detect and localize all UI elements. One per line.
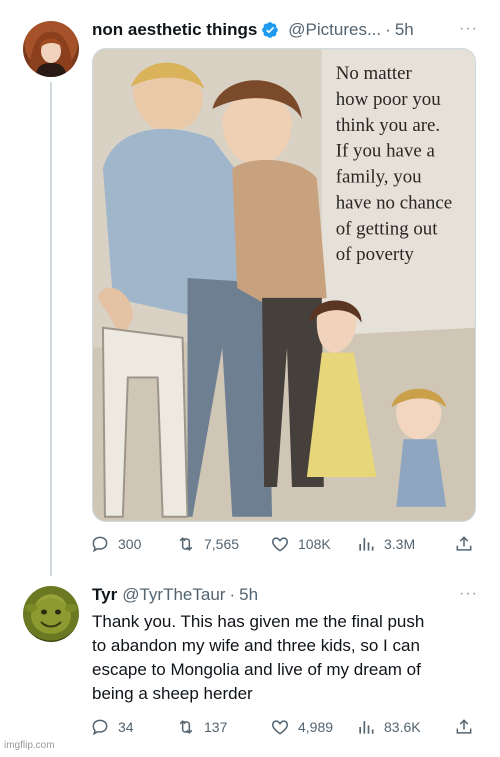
reply-button[interactable]: 34 — [90, 715, 134, 739]
image-caption-line: of getting out — [336, 218, 439, 239]
display-name[interactable]: Tyr — [92, 585, 117, 605]
reply-count: 34 — [118, 719, 134, 735]
timestamp[interactable]: 5h — [395, 20, 414, 40]
timestamp[interactable]: 5h — [239, 585, 258, 605]
verified-badge-icon — [261, 21, 279, 39]
reply-count: 300 — [118, 536, 142, 552]
share-icon — [454, 534, 474, 554]
retweet-button[interactable]: 7,565 — [176, 532, 239, 556]
tweet-actions: 300 7,565 108K 3.3M — [90, 532, 480, 556]
like-icon — [270, 717, 290, 737]
tweet-text-line: to abandon my wife and three kids, so I … — [92, 636, 420, 655]
avatar[interactable] — [23, 586, 79, 642]
image-caption-line: If you have a — [336, 141, 436, 162]
reply-icon — [90, 717, 110, 737]
share-button[interactable] — [454, 715, 474, 739]
tweet-header: non aesthetic things @Pictures... · 5h — [92, 17, 414, 43]
views-button[interactable]: 83.6K — [356, 715, 421, 739]
like-count: 108K — [298, 536, 331, 552]
tweet-actions: 34 137 4,989 83.6K — [90, 715, 480, 739]
display-name[interactable]: non aesthetic things — [92, 20, 257, 40]
tweet-1[interactable]: non aesthetic things @Pictures... · 5h ·… — [0, 0, 500, 576]
separator-dot: · — [385, 20, 391, 39]
like-button[interactable]: 108K — [270, 532, 331, 556]
avatar[interactable] — [23, 21, 79, 77]
reply-icon — [90, 534, 110, 554]
watermark: imgflip.com — [4, 740, 55, 751]
image-caption-line: of poverty — [336, 244, 415, 265]
image-caption-line: how poor you — [336, 89, 441, 110]
tweet-text-line: being a sheep herder — [92, 684, 253, 703]
image-caption-line: think you are. — [336, 115, 440, 136]
separator-dot: · — [229, 585, 236, 604]
views-button[interactable]: 3.3M — [356, 532, 415, 556]
views-icon — [356, 534, 376, 554]
tweet-header: Tyr @TyrTheTaur · 5h — [92, 582, 258, 608]
image-caption-line: family, you — [336, 167, 422, 188]
image-caption-line: No matter — [336, 63, 413, 84]
like-count: 4,989 — [298, 719, 334, 735]
like-icon — [270, 534, 290, 554]
views-icon — [356, 717, 376, 737]
share-button[interactable] — [454, 532, 474, 556]
views-count: 83.6K — [384, 719, 421, 735]
more-icon[interactable]: ··· — [459, 20, 478, 38]
handle[interactable]: @TyrTheTaur — [122, 585, 225, 605]
retweet-count: 7,565 — [204, 536, 240, 552]
tweet-text: Thank you. This has given me the final p… — [92, 610, 484, 706]
retweet-button[interactable]: 137 — [176, 715, 227, 739]
tweet-image[interactable]: No matter how poor you think you are. If yo… — [92, 48, 476, 522]
views-count: 3.3M — [384, 536, 416, 552]
more-icon[interactable]: ··· — [459, 585, 478, 603]
handle[interactable]: @Pictures... — [288, 20, 381, 40]
reply-button[interactable]: 300 — [90, 532, 141, 556]
retweet-icon — [176, 717, 196, 737]
retweet-count: 137 — [204, 719, 228, 735]
tweet-text-line: Thank you. This has given me the final p… — [92, 612, 425, 631]
retweet-icon — [176, 534, 196, 554]
image-caption-line: have no chance — [336, 192, 452, 213]
tweet-text-line: escape to Mongolia and live of my dream … — [92, 660, 421, 679]
share-icon — [454, 717, 474, 737]
like-button[interactable]: 4,989 — [270, 715, 333, 739]
